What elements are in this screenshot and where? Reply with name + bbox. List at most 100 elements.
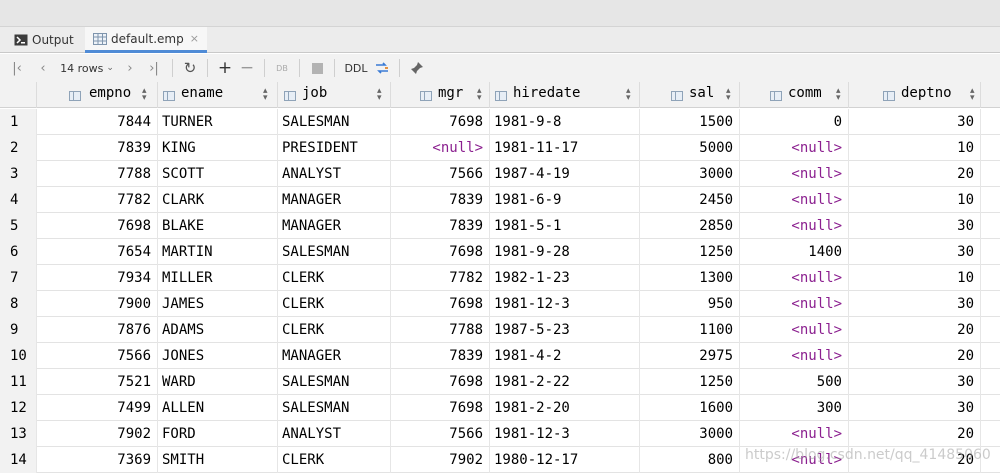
- cell-comm[interactable]: 300: [740, 395, 849, 421]
- table-row[interactable]: 11 7521 WARD SALESMAN 7698 1981-2-22 1250 500 30: [0, 369, 1000, 395]
- cell-mgr[interactable]: 7902: [391, 447, 490, 473]
- table-row[interactable]: 9 7876 ADAMS CLERK 7788 1987-5-23 1100 <null> 20: [0, 317, 1000, 343]
- cell-hiredate[interactable]: 1981-11-17: [490, 135, 640, 161]
- cell-sal[interactable]: 1100: [640, 317, 740, 343]
- cell-mgr[interactable]: 7698: [391, 395, 490, 421]
- cell-empno[interactable]: 7839: [37, 135, 158, 161]
- cell-empno[interactable]: 7788: [37, 161, 158, 187]
- cell-ename[interactable]: MARTIN: [158, 239, 278, 265]
- sort-icon[interactable]: ▴ ▾: [970, 87, 975, 103]
- table-row[interactable]: 10 7566 JONES MANAGER 7839 1981-4-2 2975 <null>…: [0, 343, 1000, 369]
- table-row[interactable]: 8 7900 JAMES CLERK 7698 1981-12-3 950 <null> 30: [0, 291, 1000, 317]
- cell-job[interactable]: SALESMAN: [278, 369, 391, 395]
- column-header-job[interactable]: job ▴ ▾: [278, 82, 391, 108]
- cell-mgr[interactable]: 7839: [391, 187, 490, 213]
- cell-job[interactable]: PRESIDENT: [278, 135, 391, 161]
- cell-hiredate[interactable]: 1981-6-9: [490, 187, 640, 213]
- cell-sal[interactable]: 1500: [640, 109, 740, 135]
- cell-ename[interactable]: ADAMS: [158, 317, 278, 343]
- cell-sal[interactable]: 950: [640, 291, 740, 317]
- cell-deptno[interactable]: 20: [849, 317, 981, 343]
- cell-job[interactable]: MANAGER: [278, 343, 391, 369]
- close-icon[interactable]: ×: [190, 32, 199, 45]
- tab-output[interactable]: Output: [14, 27, 74, 53]
- cell-ename[interactable]: JONES: [158, 343, 278, 369]
- table-row[interactable]: 2 7839 KING PRESIDENT <null> 1981-11-17 5000 <n…: [0, 135, 1000, 161]
- cell-empno[interactable]: 7499: [37, 395, 158, 421]
- cell-comm[interactable]: <null>: [740, 343, 849, 369]
- cell-sal[interactable]: 1250: [640, 369, 740, 395]
- first-page-icon[interactable]: |‹: [4, 57, 30, 79]
- cell-mgr[interactable]: 7698: [391, 109, 490, 135]
- table-row[interactable]: 1 7844 TURNER SALESMAN 7698 1981-9-8 1500 0 30: [0, 109, 1000, 135]
- cell-ename[interactable]: JAMES: [158, 291, 278, 317]
- cell-job[interactable]: CLERK: [278, 317, 391, 343]
- sort-icon[interactable]: ▴ ▾: [836, 87, 841, 103]
- pin-icon[interactable]: [406, 57, 428, 79]
- cell-comm[interactable]: 0: [740, 109, 849, 135]
- cell-mgr[interactable]: 7839: [391, 343, 490, 369]
- cell-empno[interactable]: 7566: [37, 343, 158, 369]
- cell-mgr[interactable]: 7788: [391, 317, 490, 343]
- column-header-sal[interactable]: sal ▴ ▾: [640, 82, 740, 108]
- column-header-hiredate[interactable]: hiredate ▴ ▾: [490, 82, 640, 108]
- cell-deptno[interactable]: 10: [849, 187, 981, 213]
- cell-deptno[interactable]: 20: [849, 161, 981, 187]
- cell-hiredate[interactable]: 1981-2-20: [490, 395, 640, 421]
- column-header-ename[interactable]: ename ▴ ▾: [158, 82, 278, 108]
- cell-ename[interactable]: BLAKE: [158, 213, 278, 239]
- cell-ename[interactable]: SCOTT: [158, 161, 278, 187]
- cell-hiredate[interactable]: 1981-2-22: [490, 369, 640, 395]
- cell-empno[interactable]: 7698: [37, 213, 158, 239]
- cell-ename[interactable]: KING: [158, 135, 278, 161]
- cell-mgr[interactable]: 7698: [391, 291, 490, 317]
- cell-deptno[interactable]: 30: [849, 395, 981, 421]
- sort-icon[interactable]: ▴ ▾: [626, 87, 631, 103]
- cell-ename[interactable]: CLARK: [158, 187, 278, 213]
- cell-hiredate[interactable]: 1987-4-19: [490, 161, 640, 187]
- cell-deptno[interactable]: 30: [849, 213, 981, 239]
- cell-hiredate[interactable]: 1987-5-23: [490, 317, 640, 343]
- cell-ename[interactable]: WARD: [158, 369, 278, 395]
- sort-icon[interactable]: ▴ ▾: [477, 87, 482, 103]
- cell-ename[interactable]: TURNER: [158, 109, 278, 135]
- table-row[interactable]: 7 7934 MILLER CLERK 7782 1982-1-23 1300 <null> 1…: [0, 265, 1000, 291]
- prev-page-icon[interactable]: ‹: [30, 57, 56, 79]
- table-row[interactable]: 12 7499 ALLEN SALESMAN 7698 1981-2-20 1600 300 3…: [0, 395, 1000, 421]
- cell-hiredate[interactable]: 1981-4-2: [490, 343, 640, 369]
- compare-icon[interactable]: [371, 57, 393, 79]
- last-page-icon[interactable]: ›|: [142, 57, 166, 79]
- db-submit-icon[interactable]: DB: [271, 57, 293, 79]
- cell-job[interactable]: MANAGER: [278, 213, 391, 239]
- cell-deptno[interactable]: 30: [849, 239, 981, 265]
- cell-job[interactable]: MANAGER: [278, 187, 391, 213]
- cell-mgr[interactable]: 7698: [391, 239, 490, 265]
- cell-comm[interactable]: 1400: [740, 239, 849, 265]
- cell-deptno[interactable]: 30: [849, 369, 981, 395]
- cell-job[interactable]: CLERK: [278, 447, 391, 473]
- cell-job[interactable]: ANALYST: [278, 421, 391, 447]
- cell-sal[interactable]: 1250: [640, 239, 740, 265]
- sort-icon[interactable]: ▴ ▾: [726, 87, 731, 103]
- cell-ename[interactable]: FORD: [158, 421, 278, 447]
- cell-comm[interactable]: <null>: [740, 421, 849, 447]
- cell-hiredate[interactable]: 1981-9-28: [490, 239, 640, 265]
- cell-mgr[interactable]: 7566: [391, 421, 490, 447]
- cell-hiredate[interactable]: 1981-12-3: [490, 421, 640, 447]
- cell-deptno[interactable]: 10: [849, 135, 981, 161]
- cell-job[interactable]: SALESMAN: [278, 395, 391, 421]
- cell-deptno[interactable]: 20: [849, 343, 981, 369]
- column-header-mgr[interactable]: mgr ▴ ▾: [391, 82, 490, 108]
- stop-icon[interactable]: [306, 57, 328, 79]
- cell-deptno[interactable]: 30: [849, 109, 981, 135]
- sort-icon[interactable]: ▴ ▾: [263, 87, 268, 103]
- cell-mgr[interactable]: <null>: [391, 135, 490, 161]
- next-page-icon[interactable]: ›: [118, 57, 142, 79]
- cell-mgr[interactable]: 7839: [391, 213, 490, 239]
- cell-mgr[interactable]: 7566: [391, 161, 490, 187]
- cell-empno[interactable]: 7844: [37, 109, 158, 135]
- cell-deptno[interactable]: 20: [849, 421, 981, 447]
- cell-ename[interactable]: ALLEN: [158, 395, 278, 421]
- sort-icon[interactable]: ▴ ▾: [377, 87, 382, 103]
- cell-comm[interactable]: <null>: [740, 187, 849, 213]
